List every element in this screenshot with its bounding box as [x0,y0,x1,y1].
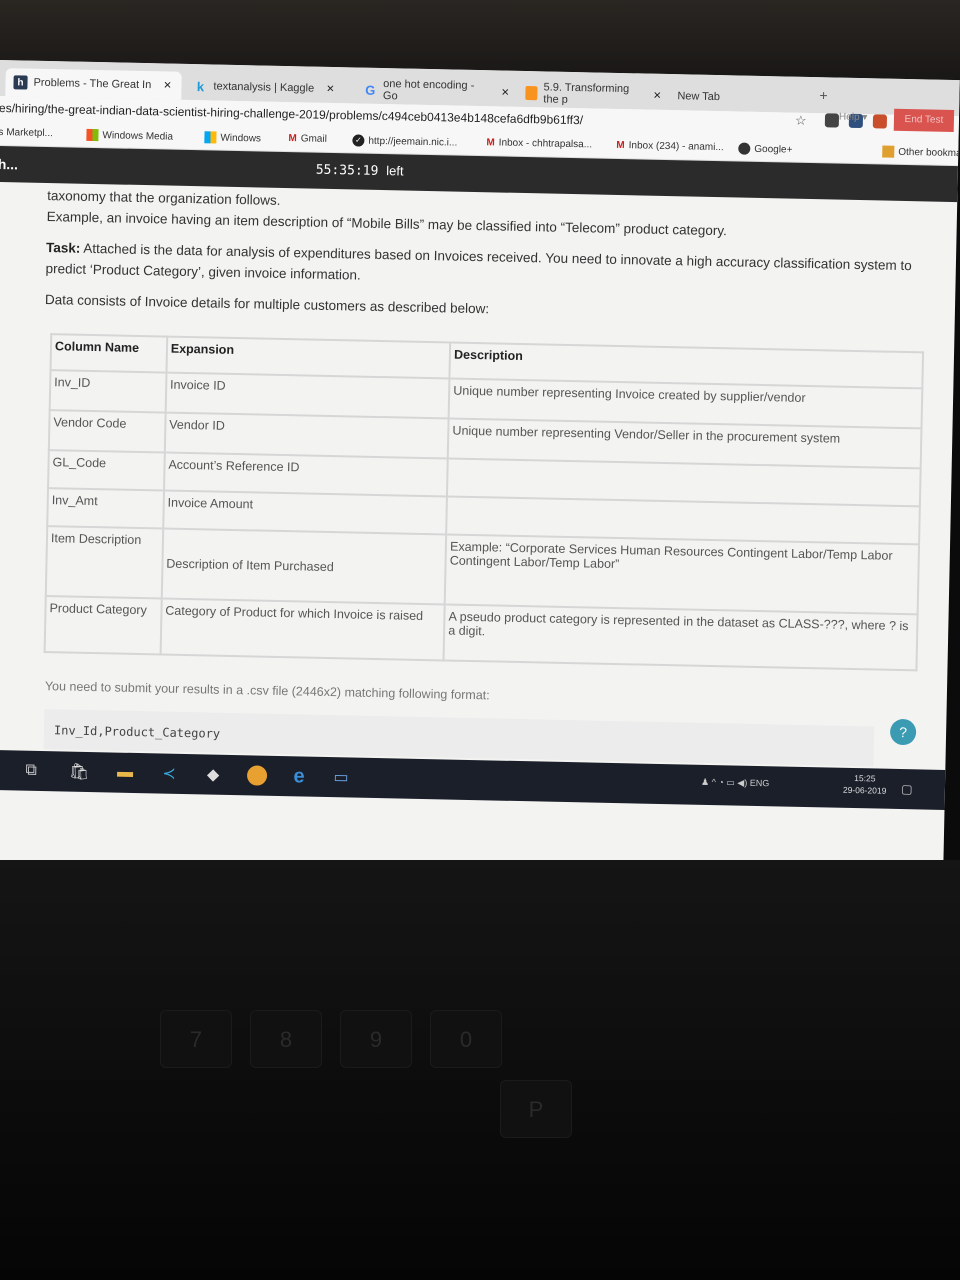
bookmark-marketplace[interactable]: s Marketpl... [0,127,53,139]
table-cell: Account’s Reference ID [163,452,448,497]
people-icon[interactable]: ♟ [701,777,709,787]
windows-icon [86,128,99,142]
bookmark-google-plus[interactable]: Google+ [738,142,793,155]
page-title: h... [0,155,19,173]
task-text: Attached is the data for analysis of exp… [45,240,912,283]
submission-note: You need to submit your results in a .cs… [44,679,490,703]
gmail-icon: M [486,137,495,149]
table-header: Expansion [166,336,451,379]
kaggle-icon: k [196,78,205,94]
google-icon: G [365,82,376,98]
end-test-button[interactable]: End Test [893,108,955,132]
table-cell: Vendor ID [164,412,449,459]
tab-sklearn[interactable]: 5.9. Transforming the p ✕ [517,79,670,110]
bookmark-inbox-1[interactable]: M Inbox - chhtrapalsa... [486,137,592,150]
tab-problems[interactable]: h Problems - The Great In ✕ [5,68,182,100]
table-cell: Item Description [45,526,164,599]
bookmark-windows[interactable]: Windows [204,131,261,144]
tab-label: textanalysis | Kaggle [213,80,315,95]
chevron-down-icon: ▾ [862,112,868,124]
bookmark-windows-media[interactable]: Windows Media [86,128,173,143]
tab-new[interactable]: New Tab [669,82,770,112]
table-cell: Invoice Amount [163,490,448,535]
new-tab-button[interactable]: + [819,87,828,103]
tab-label: one hot encoding - Go [382,78,475,103]
keyboard-key: P [500,1080,572,1138]
tab-label: New Tab [677,90,721,104]
table-cell: Inv_Amt [47,488,164,529]
store-icon[interactable]: 🛍 [69,762,90,782]
table-header: Column Name [50,334,168,373]
search-icon[interactable]: ○ [0,760,5,780]
file-explorer-icon[interactable]: ▬ [115,763,135,783]
tab-label: Problems - The Great In [33,76,152,92]
help-menu[interactable]: Help ▾ [839,112,868,124]
keyboard-key: 7 [160,1010,232,1068]
folder-icon [882,145,895,158]
tab-google[interactable]: G one hot encoding - Go ✕ [355,75,518,106]
gmail-icon: M [288,133,297,145]
close-icon[interactable]: ✕ [653,90,662,101]
table-cell: Description of Item Purchased [161,528,447,605]
clock-time: 15:25 [854,773,876,784]
bookmark-jeemain[interactable]: ✓ http://jeemain.nic.i... [352,134,457,148]
dropbox-icon[interactable]: ◆ [203,764,223,784]
close-icon[interactable]: ✕ [501,87,510,98]
close-icon[interactable]: ✕ [326,83,335,94]
table-cell: GL_Code [48,450,165,491]
windows-icon [204,131,217,144]
chevron-up-icon[interactable]: ^ [712,777,716,787]
keyboard-key: 8 [250,1010,322,1068]
task-paragraph: Task: Attached is the data for analysis … [45,237,926,297]
language-indicator[interactable]: ENG [750,778,770,788]
table-cell: Example: “Corporate Services Human Resou… [444,534,920,615]
google-plus-icon [738,142,751,155]
chrome-icon[interactable] [246,765,268,786]
notification-icon[interactable]: ▢ [897,779,917,799]
table-cell: A pseudo product category is represented… [443,604,918,671]
keyboard-key: 0 [430,1010,502,1068]
data-dictionary-table: Column Name Expansion Description Inv_ID… [44,333,925,671]
table-cell: Vendor Code [48,410,166,453]
bookmark-gmail[interactable]: M Gmail [288,133,327,145]
volume-icon[interactable]: ◀) [737,778,747,788]
laptop-keyboard: 7 8 9 0 P [0,860,960,1280]
task-view-icon[interactable]: ⧉ [21,761,41,781]
close-icon[interactable]: ✕ [163,80,172,91]
wifi-icon[interactable]: ◔ [718,777,724,787]
tab-label: 5.9. Transforming the p [543,81,630,106]
table-cell: Invoice ID [165,372,450,419]
clock[interactable]: 15:25 29-06-2019 [843,772,887,797]
sklearn-icon [525,86,538,101]
window-icon[interactable]: ▭ [331,767,351,787]
gmail-icon: M [616,139,625,152]
clock-date: 29-06-2019 [842,784,887,796]
table-cell: Inv_ID [49,370,167,413]
extension-icon[interactable] [872,114,888,129]
keyboard-key: 9 [340,1010,412,1068]
tab-kaggle[interactable]: k textanalysis | Kaggle ✕ [185,72,356,104]
task-label: Task: [45,240,81,256]
help-icon[interactable]: ? [889,718,917,746]
data-intro: Data consists of Invoice details for mul… [44,291,490,317]
extension-icon[interactable] [824,113,840,128]
vscode-icon[interactable]: ≺ [159,763,179,783]
system-tray: ♟ ^ ◔ ▭ ◀) ENG [701,777,769,789]
table-cell: Category of Product for which Invoice is… [160,598,445,661]
check-icon: ✓ [352,134,365,147]
star-icon[interactable]: ☆ [795,113,809,128]
battery-icon[interactable]: ▭ [726,777,735,787]
table-cell: Product Category [44,596,162,655]
screen: h Problems - The Great In ✕ k textanalys… [0,60,960,880]
countdown-timer: 55:35:19 left [315,162,404,179]
problem-statement: taxonomy that the organization follows. … [45,185,928,338]
edge-icon[interactable]: e [289,765,309,787]
bookmark-inbox-2[interactable]: M Inbox (234) - anami... [616,140,724,153]
hackerearth-icon: h [13,75,28,90]
bookmark-other[interactable]: Other bookmarks [882,145,960,159]
